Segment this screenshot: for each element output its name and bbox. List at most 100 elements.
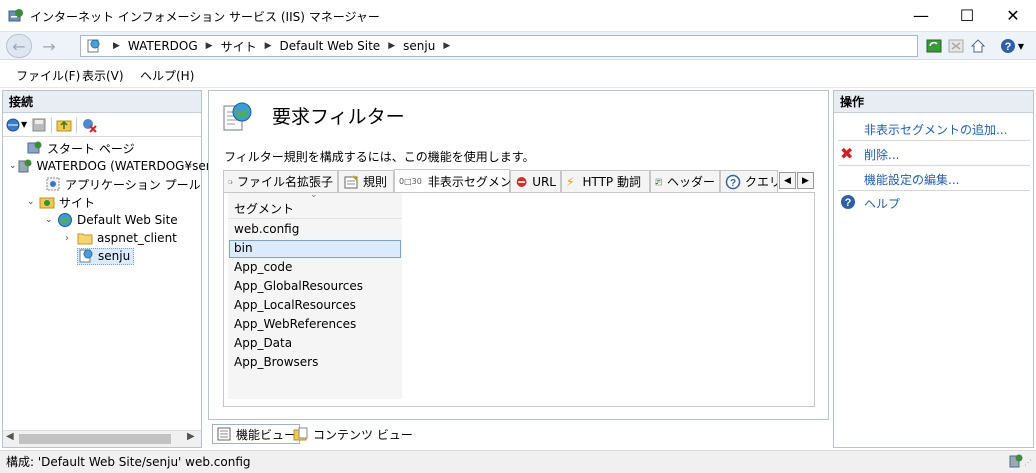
- status-text: 構成: 'Default Web Site/senju' web.config: [6, 455, 251, 469]
- tree-label-start-page: スタート ページ: [47, 141, 135, 156]
- content-view-label: コンテンツ ビュー: [313, 427, 413, 442]
- tree-label-default-site: Default Web Site: [77, 213, 178, 227]
- help-dropdown-icon[interactable]: ? ▼: [996, 36, 1028, 56]
- tab-scroll-left-icon[interactable]: ◀: [779, 172, 796, 189]
- column-header-segment[interactable]: セグメント: [234, 200, 294, 217]
- page-title: 要求フィルター: [272, 106, 405, 128]
- tab-label: ヘッダー: [666, 175, 715, 189]
- start-page-icon: [27, 141, 42, 154]
- tab-query-strings[interactable]: ? クエリ:: [720, 170, 778, 192]
- hidden-segments-icon: 0□30: [399, 176, 422, 186]
- add-hidden-segment-link[interactable]: 非表示セグメントの追加...: [864, 121, 1007, 138]
- file-extension-icon: [228, 179, 233, 184]
- chevron-down-icon[interactable]: ⌄: [45, 215, 57, 225]
- tree-item-app-pools[interactable]: アプリケーション プール: [3, 175, 201, 193]
- tree-item-server[interactable]: ⌄ WATERDOG (WATERDOG¥sen: [3, 157, 213, 175]
- chevron-right-icon: ▶: [113, 41, 120, 51]
- tree-item-sites[interactable]: ⌄ サイト: [3, 193, 201, 211]
- globe-page-icon: [87, 39, 100, 53]
- actions-divider: [838, 165, 1030, 166]
- edit-feature-settings-link[interactable]: 機能設定の編集...: [864, 171, 959, 188]
- tree-label-aspnet-client: aspnet_client: [97, 231, 177, 245]
- breadcrumb[interactable]: ▶ WATERDOG ▶ サイト ▶ Default Web Site ▶ se…: [80, 35, 918, 57]
- home-icon[interactable]: [968, 36, 988, 56]
- menu-help[interactable]: ヘルプ(H): [140, 67, 194, 84]
- tree-selection: senju: [77, 247, 135, 265]
- tree-item-start-page[interactable]: スタート ページ: [3, 139, 201, 157]
- tab-label: ファイル名拡張子: [236, 175, 333, 189]
- tree-item-default-site[interactable]: ⌄ Default Web Site: [3, 211, 201, 229]
- chevron-down-icon[interactable]: ⌄: [9, 161, 17, 171]
- scroll-right-icon[interactable]: ▶: [187, 431, 195, 442]
- scroll-thumb[interactable]: [19, 434, 171, 444]
- tab-rules[interactable]: 規則: [338, 170, 394, 192]
- tab-hidden-segments[interactable]: 0□30 非表示セグメント: [394, 169, 524, 192]
- tab-scroll-right-icon[interactable]: ▶: [797, 172, 814, 189]
- menu-view[interactable]: 表示(V): [82, 67, 124, 84]
- actions-divider: [838, 140, 1030, 141]
- feature-view-icon: [217, 427, 231, 441]
- remove-link[interactable]: 削除...: [864, 146, 899, 163]
- connections-horizontal-scrollbar[interactable]: ◀ ▶: [3, 430, 201, 447]
- actions-divider: [838, 190, 1030, 191]
- actions-header: 操作: [834, 91, 1033, 113]
- stop-icon[interactable]: [946, 36, 966, 56]
- chevron-down-icon[interactable]: ⌄: [27, 197, 39, 207]
- svg-text:?: ?: [730, 178, 736, 189]
- save-icon[interactable]: [31, 117, 47, 133]
- breadcrumb-server[interactable]: WATERDOG: [128, 39, 198, 53]
- list-item[interactable]: App_Data: [234, 336, 292, 350]
- up-folder-icon[interactable]: [56, 117, 72, 133]
- window-title: インターネット インフォメーション サービス (IIS) マネージャー: [30, 10, 380, 24]
- tab-headers[interactable]: ヘッダー: [650, 170, 720, 192]
- content-view-tab[interactable]: コンテンツ ビュー: [290, 424, 416, 444]
- breadcrumb-default-site[interactable]: Default Web Site: [280, 39, 381, 53]
- tab-label: URL: [532, 174, 556, 189]
- lightning-icon: ⚡: [566, 174, 575, 189]
- list-item[interactable]: web.config: [234, 222, 299, 236]
- chevron-right-icon[interactable]: ›: [65, 233, 77, 244]
- status-server-icon: [1009, 454, 1023, 468]
- close-button[interactable]: ✕: [990, 0, 1036, 31]
- resize-grip-icon[interactable]: ⋰: [1024, 458, 1032, 467]
- connections-tree: スタート ページ ⌄ WATERDOG (WATERDOG¥sen アプリケーシ…: [3, 137, 213, 265]
- breadcrumb-senju[interactable]: senju: [403, 39, 435, 53]
- svg-text:?: ?: [1005, 41, 1012, 53]
- server-icon: [18, 159, 32, 173]
- list-item[interactable]: App_Browsers: [234, 355, 318, 369]
- connect-icon[interactable]: ▼: [5, 117, 27, 133]
- tree-item-senju[interactable]: senju: [3, 247, 201, 265]
- connections-header: 接続: [3, 91, 201, 113]
- sites-folder-icon: [39, 197, 55, 209]
- list-item[interactable]: App_LocalResources: [234, 298, 356, 312]
- request-filter-icon: [223, 102, 252, 131]
- menu-file[interactable]: ファイル(F): [16, 67, 80, 84]
- refresh-icon[interactable]: [924, 36, 944, 56]
- back-button[interactable]: ←: [6, 34, 32, 58]
- app-pool-icon: [46, 177, 60, 191]
- breadcrumb-sites[interactable]: サイト: [221, 38, 257, 55]
- status-bar: 構成: 'Default Web Site/senju' web.config: [0, 450, 1036, 473]
- minimize-button[interactable]: —: [898, 0, 944, 31]
- tab-file-extensions[interactable]: ファイル名拡張子: [223, 170, 338, 192]
- list-item[interactable]: App_code: [234, 260, 292, 274]
- forward-button[interactable]: →: [36, 34, 62, 58]
- tab-url[interactable]: URL: [510, 170, 561, 192]
- delete-icon: ✖: [840, 144, 854, 163]
- list-item[interactable]: bin: [234, 241, 253, 255]
- chevron-right-icon: ▶: [443, 41, 451, 51]
- tree-item-aspnet-client[interactable]: › aspnet_client: [3, 229, 201, 247]
- scroll-left-icon[interactable]: ◀: [6, 431, 14, 442]
- tree-label-sites: サイト: [59, 195, 96, 210]
- list-item[interactable]: App_WebReferences: [234, 317, 356, 331]
- chevron-right-icon: ▶: [205, 41, 213, 51]
- list-item[interactable]: App_GlobalResources: [234, 279, 363, 293]
- query-help-icon: ?: [725, 174, 741, 189]
- tree-label-server: WATERDOG (WATERDOG¥sen: [36, 159, 214, 173]
- help-link[interactable]: ヘルプ: [864, 195, 900, 212]
- tab-http-verbs[interactable]: ⚡ HTTP 動詞: [561, 170, 650, 192]
- feature-view-tab[interactable]: 機能ビュー: [212, 424, 301, 444]
- blocked-url-icon: [516, 176, 527, 187]
- disconnect-icon[interactable]: [81, 117, 97, 133]
- maximize-button[interactable]: ☐: [944, 0, 990, 31]
